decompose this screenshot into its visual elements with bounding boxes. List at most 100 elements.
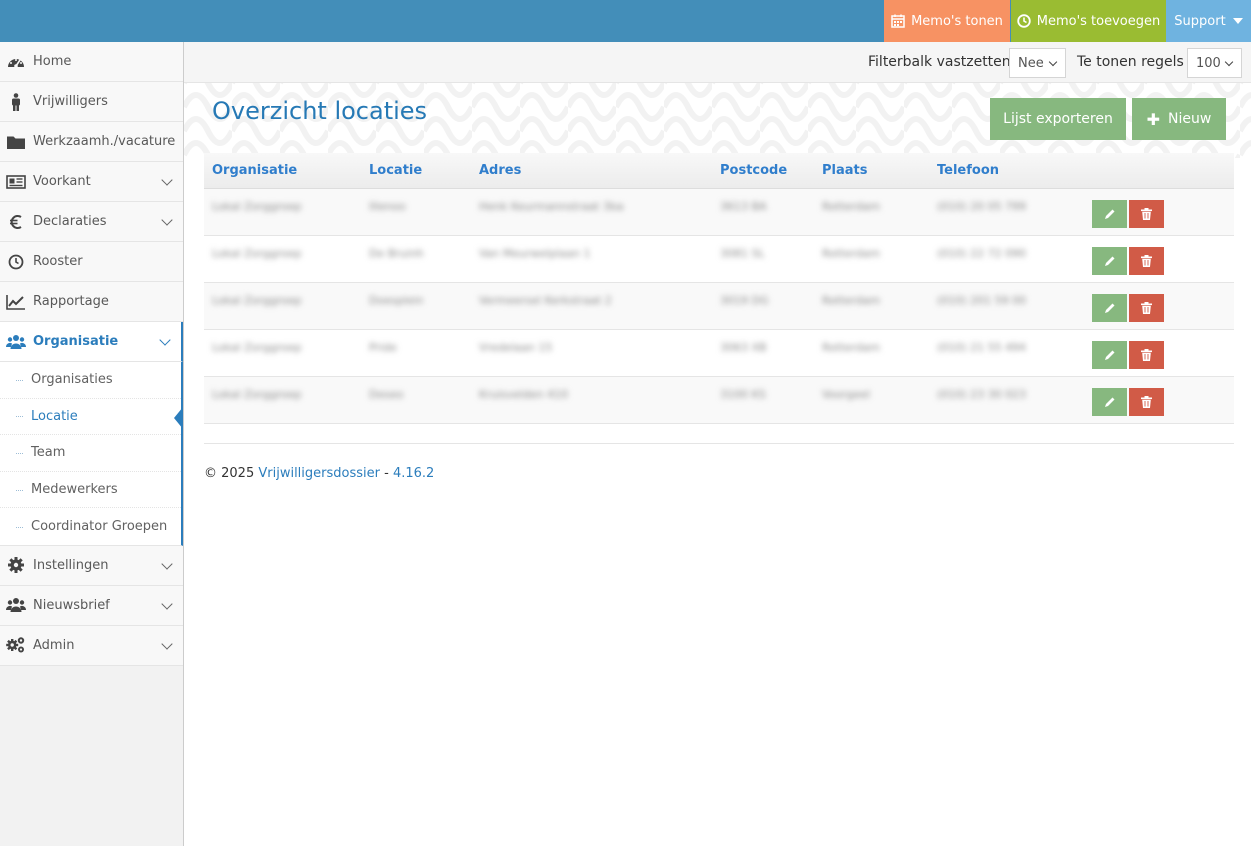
sidebar-item-rooster[interactable]: Rooster	[0, 242, 183, 282]
edit-button[interactable]	[1092, 200, 1127, 228]
clock-icon	[6, 253, 26, 271]
person-icon	[6, 92, 26, 111]
rows-to-show-select[interactable]: 100	[1187, 48, 1242, 78]
pin-filterbar-label: Filterbalk vastzetten	[868, 54, 1011, 70]
rows-to-show-value: 100	[1196, 55, 1221, 71]
submenu-item-locatie[interactable]: Locatie	[0, 399, 183, 436]
submenu-item-medewerkers[interactable]: Medewerkers	[0, 472, 181, 509]
sidebar-item-label: Rapportage	[33, 294, 109, 309]
column-header-plaats[interactable]: Plaats	[822, 163, 867, 178]
brand-link[interactable]: Vrijwilligersdossier	[258, 466, 380, 481]
sidebar-item-declaraties[interactable]: Declaraties	[0, 202, 183, 242]
sidebar-item-home[interactable]: Home	[0, 42, 183, 82]
submenu-item-label: Coordinator Groepen	[31, 519, 168, 535]
sidebar-item-label: Admin	[33, 637, 75, 653]
delete-button[interactable]	[1129, 247, 1164, 275]
memo-show-button[interactable]: Memo's tonen	[884, 0, 1010, 42]
euro-icon	[6, 213, 26, 231]
chevron-down-icon	[161, 598, 173, 610]
table-row: Lokal Zorggroep De Bruinh Van Meurwelpla…	[204, 236, 1234, 283]
edit-button[interactable]	[1092, 388, 1127, 416]
submenu-item-coordinator-groepen[interactable]: Coordinator Groepen	[0, 508, 181, 545]
cell-telefoon: (010) 201 59 00	[937, 294, 1027, 307]
memo-show-label: Memo's tonen	[911, 13, 1003, 29]
cell-plaats: Rotterdam	[822, 294, 881, 307]
sidebar-item-label: Home	[33, 54, 72, 69]
cell-adres: Henk Keurmannstraat 3ba	[479, 200, 624, 213]
sidebar-item-organisatie[interactable]: Organisatie	[0, 322, 183, 362]
sidebar-item-instellingen[interactable]: Instellingen	[0, 545, 183, 586]
sidebar-item-voorkant[interactable]: Voorkant	[0, 162, 183, 202]
calendar-icon	[891, 14, 905, 28]
organisatie-submenu: Organisaties Locatie Team Medewerkers Co…	[0, 362, 183, 546]
rows-to-show-label: Te tonen regels	[1077, 54, 1184, 70]
cell-organisatie: Lokal Zorggroep	[212, 247, 302, 260]
top-navbar: Memo's tonen Memo's toevoegen Support	[0, 0, 1251, 42]
table-row: Lokal Zorggroep Doesplein Vermeersel Ker…	[204, 283, 1234, 330]
pin-filterbar-select[interactable]: Nee	[1009, 48, 1066, 78]
delete-button[interactable]	[1129, 294, 1164, 322]
cell-organisatie: Lokal Zorggroep	[212, 200, 302, 213]
column-header-adres[interactable]: Adres	[479, 163, 521, 178]
pencil-icon	[1104, 397, 1114, 407]
submenu-item-label: Organisaties	[31, 372, 113, 388]
chevron-down-icon	[1224, 57, 1234, 67]
cell-organisatie: Lokal Zorggroep	[212, 341, 302, 354]
footer-separator: -	[384, 466, 389, 481]
cell-telefoon: (010) 21 55 494	[937, 341, 1027, 354]
submenu-item-organisaties[interactable]: Organisaties	[0, 362, 181, 399]
memo-add-button[interactable]: Memo's toevoegen	[1011, 0, 1166, 42]
table-row: Lokal Zorggroep Illenoo Henk Keurmannstr…	[204, 189, 1234, 236]
filter-bar: Filterbalk vastzetten Nee Te tonen regel…	[184, 42, 1251, 83]
trash-icon	[1141, 396, 1152, 408]
sidebar-item-vrijwilligers[interactable]: Vrijwilligers	[0, 82, 183, 122]
new-location-button[interactable]: ✚ Nieuw	[1132, 98, 1226, 140]
cell-organisatie: Lokal Zorggroep	[212, 388, 302, 401]
sidebar-item-label: Voorkant	[33, 174, 91, 189]
cell-plaats: Rotterdam	[822, 247, 881, 260]
delete-button[interactable]	[1129, 341, 1164, 369]
submenu-item-team[interactable]: Team	[0, 435, 181, 472]
cell-telefoon: (010) 23 30 023	[937, 388, 1027, 401]
edit-button[interactable]	[1092, 247, 1127, 275]
cell-postcode: 3063 XB	[720, 341, 767, 354]
clock-icon	[1017, 14, 1031, 28]
cell-locatie: Doesplein	[369, 294, 424, 307]
gears-icon	[6, 636, 26, 654]
cell-adres: Kruisvelden 410	[479, 388, 569, 401]
delete-button[interactable]	[1129, 200, 1164, 228]
cell-adres: Vermeersel Kerkstraat 2	[479, 294, 612, 307]
column-header-telefoon[interactable]: Telefoon	[937, 163, 999, 178]
pencil-icon	[1104, 209, 1114, 219]
pin-filterbar-value: Nee	[1018, 55, 1044, 71]
cell-plaats: Rotterdam	[822, 200, 881, 213]
cell-telefoon: (010) 20 05 799	[937, 200, 1027, 213]
sidebar-item-label: Werkzaamh./vacature	[33, 134, 176, 149]
edit-button[interactable]	[1092, 294, 1127, 322]
support-menu-button[interactable]: Support	[1166, 0, 1251, 42]
sidebar-item-label: Instellingen	[33, 557, 109, 573]
submenu-item-label: Team	[31, 445, 66, 461]
chevron-down-icon	[161, 558, 173, 570]
edit-button[interactable]	[1092, 341, 1127, 369]
sidebar-item-nieuwsbrief[interactable]: Nieuwsbrief	[0, 585, 183, 626]
export-list-button[interactable]: Lijst exporteren	[990, 98, 1126, 140]
chevron-down-icon	[161, 214, 173, 226]
sidebar-item-admin[interactable]: Admin	[0, 625, 183, 666]
cell-adres: Vredelaan 15	[479, 341, 553, 354]
table-row: Lokal Zorggroep Pride Vredelaan 15 3063 …	[204, 330, 1234, 377]
footer: © 2025 Vrijwilligersdossier - 4.16.2	[204, 466, 434, 481]
chevron-down-icon	[1048, 57, 1058, 67]
dashboard-icon	[6, 53, 26, 71]
column-header-postcode[interactable]: Postcode	[720, 163, 787, 178]
table-body: Lokal Zorggroep Illenoo Henk Keurmannstr…	[204, 189, 1234, 424]
gear-icon	[6, 556, 26, 574]
sidebar-item-werkzaamheden[interactable]: Werkzaamh./vacature	[0, 122, 183, 162]
version-link[interactable]: 4.16.2	[393, 466, 434, 481]
column-header-organisatie[interactable]: Organisatie	[212, 163, 297, 178]
users-icon	[6, 596, 26, 614]
folder-icon	[6, 133, 26, 151]
column-header-locatie[interactable]: Locatie	[369, 163, 422, 178]
sidebar-item-rapportage[interactable]: Rapportage	[0, 282, 183, 322]
delete-button[interactable]	[1129, 388, 1164, 416]
